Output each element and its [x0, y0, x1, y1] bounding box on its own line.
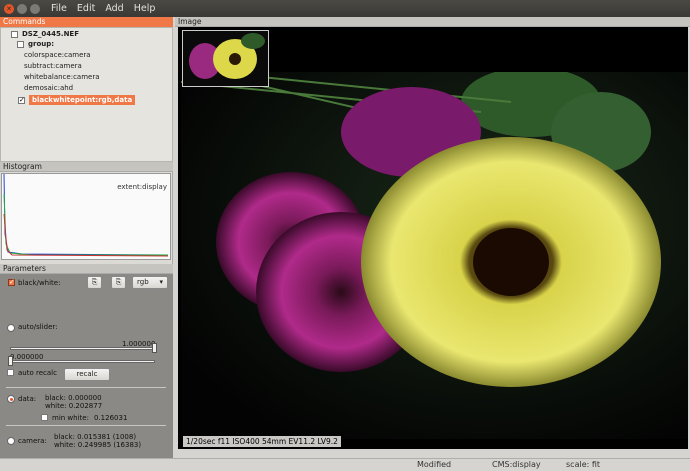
- image-header: Image: [175, 17, 690, 27]
- data-white-value: white: 0.202877: [45, 402, 103, 410]
- histogram-plot: extent:display: [1, 173, 171, 260]
- min-white-checkbox[interactable]: [41, 414, 48, 421]
- black-white-checkbox[interactable]: ✓: [8, 279, 15, 286]
- maximize-window-icon[interactable]: [30, 3, 40, 14]
- low-slider-handle[interactable]: [8, 356, 13, 366]
- mode-select[interactable]: rgb ▾: [132, 276, 168, 289]
- group-label: group:: [28, 40, 55, 48]
- tree-group-row[interactable]: group:: [17, 39, 54, 49]
- group-checkbox[interactable]: [17, 40, 24, 48]
- low-slider-track[interactable]: [10, 360, 155, 363]
- status-scale: scale: fit: [566, 460, 601, 469]
- tree-item[interactable]: whitebalance:camera: [24, 72, 100, 82]
- menu-edit[interactable]: Edit: [77, 3, 95, 14]
- tree-item[interactable]: demosaic:ahd: [24, 83, 73, 93]
- histogram-header: Histogram: [0, 162, 173, 172]
- file-checkbox[interactable]: [11, 30, 18, 38]
- data-label: data:: [18, 395, 37, 403]
- high-slider-handle[interactable]: [152, 343, 157, 353]
- left-panel: Commands DSZ_0445.NEF group: colorspace:…: [0, 17, 173, 458]
- camera-black-value: black: 0.015381 (1008): [54, 433, 137, 441]
- camera-radio[interactable]: [7, 437, 15, 445]
- high-slider-track[interactable]: [10, 347, 155, 350]
- copy-icon: ⎘: [91, 278, 98, 286]
- recalc-button[interactable]: recalc: [64, 368, 110, 381]
- selected-item-label: blackwhitepoint:rgb,data: [29, 95, 136, 105]
- paste-icon: ⎘: [115, 278, 122, 286]
- histogram-pane: Histogram extent:display: [0, 162, 173, 264]
- close-window-icon[interactable]: ✕: [4, 3, 14, 14]
- black-white-label: black/white:: [18, 279, 61, 287]
- commands-header: Commands: [0, 17, 173, 27]
- auto-recalc-label: auto recalc: [18, 369, 57, 377]
- menu-bar: File Edit Add Help: [51, 3, 165, 14]
- menu-add[interactable]: Add: [105, 3, 123, 14]
- selected-item-checkbox[interactable]: ✓: [18, 96, 25, 104]
- minimize-window-icon[interactable]: [17, 3, 27, 14]
- parameters-header: Parameters: [0, 264, 173, 274]
- min-white-value: 0.126031: [94, 414, 128, 422]
- status-cms: CMS:display: [492, 460, 541, 469]
- mode-select-value: rgb: [137, 278, 149, 286]
- status-modified: Modified: [417, 460, 452, 469]
- tree-item[interactable]: subtract:camera: [24, 61, 82, 71]
- auto-recalc-checkbox[interactable]: [7, 369, 14, 376]
- main-photo: [181, 72, 688, 439]
- tree-item-selected[interactable]: ✓ blackwhitepoint:rgb,data: [18, 95, 136, 105]
- thumbnail-preview[interactable]: [182, 30, 269, 87]
- auto-slider-label: auto/slider:: [18, 323, 58, 331]
- data-radio[interactable]: [7, 395, 15, 403]
- camera-white-value: white: 0.249985 (16383): [54, 441, 142, 449]
- commands-pane: Commands DSZ_0445.NEF group: colorspace:…: [0, 17, 173, 162]
- thumbnail-image: [183, 31, 268, 86]
- menu-file[interactable]: File: [51, 3, 67, 14]
- status-bar: Modified CMS:display scale: fit: [0, 458, 690, 471]
- camera-label: camera:: [18, 437, 47, 445]
- tree-item[interactable]: colorspace:camera: [24, 50, 91, 60]
- menu-help[interactable]: Help: [134, 3, 156, 14]
- histogram-curves: [3, 174, 169, 257]
- separator: [6, 425, 166, 426]
- title-bar: ✕ File Edit Add Help: [0, 0, 690, 17]
- file-name: DSZ_0445.NEF: [22, 30, 79, 38]
- auto-slider-radio[interactable]: [7, 324, 15, 332]
- paste-button[interactable]: ⎘: [111, 276, 126, 289]
- command-tree[interactable]: DSZ_0445.NEF group: colorspace:camera su…: [0, 27, 173, 162]
- image-panel: Image 1/20sec f11 ISO400 54mm EV11.2 LV9…: [175, 17, 690, 458]
- chevron-down-icon: ▾: [159, 278, 163, 286]
- data-black-value: black: 0.000000: [45, 394, 102, 402]
- parameters-pane: Parameters ✓ black/white: ⎘ ⎘ rgb ▾ auto…: [0, 264, 173, 458]
- separator: [6, 387, 166, 388]
- exif-info: 1/20sec f11 ISO400 54mm EV11.2 LV9.2: [183, 436, 341, 447]
- image-viewer[interactable]: 1/20sec f11 ISO400 54mm EV11.2 LV9.2: [178, 27, 688, 449]
- min-white-label: min white:: [52, 414, 89, 422]
- tree-file-row[interactable]: DSZ_0445.NEF: [11, 29, 79, 39]
- copy-button[interactable]: ⎘: [87, 276, 102, 289]
